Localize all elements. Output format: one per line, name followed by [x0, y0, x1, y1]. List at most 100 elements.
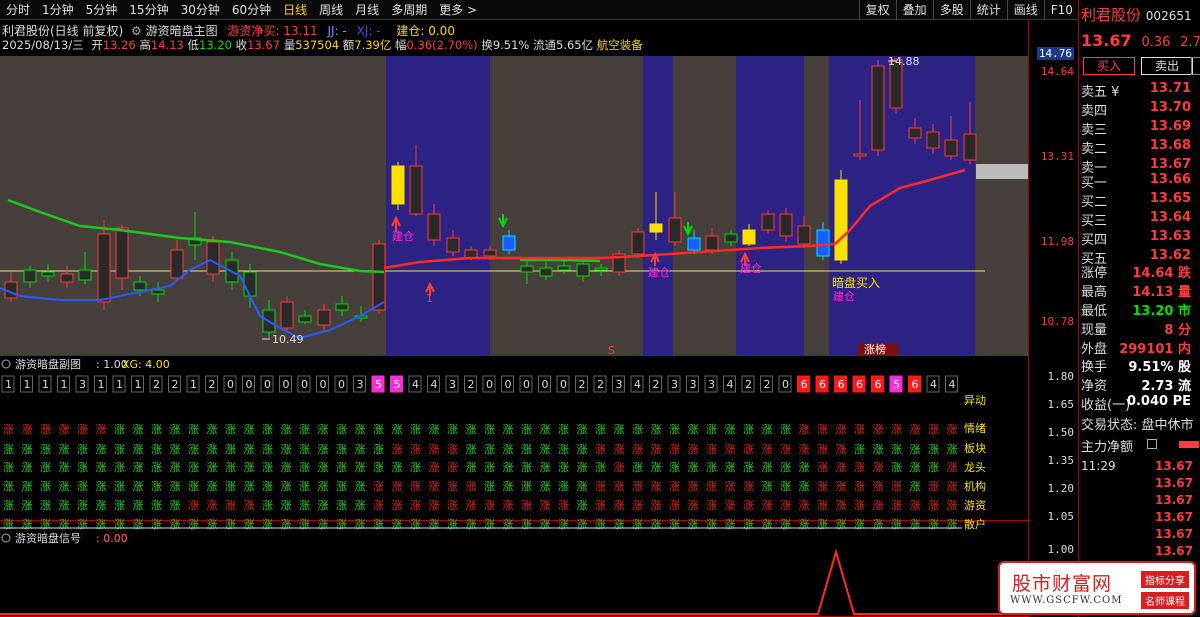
stat-row[interactable]: 最低 13.20 市	[1081, 300, 1200, 319]
signal-char: 涨	[725, 480, 736, 493]
bid-row[interactable]: 买二 13.65	[1081, 191, 1200, 210]
stat2-row[interactable]: 净资 2.73 流	[1081, 375, 1200, 394]
signal-char: 涨	[318, 423, 329, 436]
signal-char: 涨	[762, 461, 773, 474]
yaxis-label: 1.65	[1047, 398, 1075, 411]
period-tab-3[interactable]: 15分钟	[123, 0, 174, 20]
candle-body	[668, 217, 682, 243]
signal-char: 涨	[281, 518, 292, 531]
toolbar-button-1[interactable]: 叠加	[895, 0, 933, 20]
signal-char: 涨	[59, 443, 70, 456]
signal-char: 涨	[743, 423, 754, 436]
signal-char: 涨	[503, 518, 514, 531]
settings-icon[interactable]: ⚙	[131, 24, 142, 38]
candle-body	[115, 227, 129, 279]
period-tab-5[interactable]: 60分钟	[226, 0, 277, 20]
period-tab-4[interactable]: 30分钟	[175, 0, 226, 20]
kline-chart[interactable]: 建仓建仓 建仓建仓暗盘买入114.8810.49涨榜S游资暗盘副图: 1.00XG…	[0, 20, 1028, 617]
row-value: 9.51% 股	[1128, 360, 1191, 375]
jc-label: 建仓: 0.00	[396, 24, 455, 38]
chart-area[interactable]: 建仓 建仓 建仓 建仓 暗盘买入 1 14.88 10.49 涨榜 S 游资暗盘副图: 1.00 XG…	[0, 20, 1028, 617]
sub1-extra: XG: 4.00	[122, 358, 170, 371]
period-tab-10[interactable]: 更多 >	[433, 0, 483, 20]
toolbar-button-2[interactable]: 多股	[932, 0, 970, 20]
signal-number: 0	[523, 378, 530, 391]
candle-body	[483, 249, 497, 257]
buy-button[interactable]: 买入	[1083, 57, 1135, 75]
toolbar-button-0[interactable]: 复权	[858, 0, 896, 20]
close-value: 13.67	[247, 38, 281, 52]
open-label: 开	[91, 38, 103, 52]
signal-char: 涨	[891, 461, 902, 474]
signal-number: 4	[412, 378, 419, 391]
candle-body	[779, 213, 793, 237]
indicator-name[interactable]: 游资暗盘主图	[146, 24, 218, 38]
candle-body	[539, 267, 553, 277]
toolbar-button-3[interactable]: 统计	[969, 0, 1007, 20]
signal-number: 2	[468, 378, 475, 391]
stat-row[interactable]: 现量 8 分	[1081, 319, 1200, 338]
stat-row[interactable]: 外盘 299101 内	[1081, 338, 1200, 357]
signal-char: 涨	[336, 518, 347, 531]
ask-row[interactable]: 卖二 13.68	[1081, 138, 1200, 157]
signal-char: 涨	[318, 461, 329, 474]
signal-char: 涨	[133, 461, 144, 474]
signal-char: 涨	[799, 518, 810, 531]
signal-char: 涨	[59, 518, 70, 531]
signal-char: 涨	[947, 443, 958, 456]
stat2-row[interactable]: 收益(一) 0.040 PE	[1081, 394, 1200, 413]
row-value: 14.64 跌	[1132, 266, 1191, 281]
main-flow-toggle[interactable]	[1147, 439, 1157, 449]
quote-panel: 利君股份 002651 13.67 0.36 2.70 买入 卖出 卖五 ¥ 13…	[1078, 0, 1200, 617]
stat-row[interactable]: 涨停 14.64 跌	[1081, 262, 1200, 281]
period-tab-0[interactable]: 分时	[0, 0, 36, 20]
signal-number: 2	[653, 378, 660, 391]
period-tab-8[interactable]: 月线	[349, 0, 385, 20]
signal-char: 涨	[836, 423, 847, 436]
float-value: 5.65亿	[556, 38, 594, 52]
signal-char: 涨	[947, 461, 958, 474]
signal-char: 涨	[632, 443, 643, 456]
stat2-row[interactable]: 换手 9.51% 股	[1081, 356, 1200, 375]
period-tab-1[interactable]: 1分钟	[36, 0, 80, 20]
signal-char: 涨	[484, 518, 495, 531]
signal-char: 涨	[114, 423, 125, 436]
sell-button[interactable]: 卖出	[1141, 57, 1193, 75]
signal-char: 涨	[429, 443, 440, 456]
signal-char: 涨	[151, 480, 162, 493]
signal-char: 涨	[151, 461, 162, 474]
signal-char: 涨	[170, 461, 181, 474]
row-label: 最低	[1081, 304, 1108, 319]
stat-row[interactable]: 最高 14.13 量	[1081, 281, 1200, 300]
ask-row[interactable]: 卖五 ¥ 13.71	[1081, 81, 1200, 100]
row-value: 13.71	[1149, 81, 1191, 96]
tick-price: 13.67	[1155, 476, 1193, 490]
bid-row[interactable]: 买四 13.63	[1081, 229, 1200, 248]
main-flow-label[interactable]: 主力净额	[1081, 436, 1133, 455]
ask-row[interactable]: 卖三 13.69	[1081, 119, 1200, 138]
xj-label: XJ: -	[356, 24, 381, 38]
price-change: 0.36	[1141, 35, 1171, 50]
signal-number: 2	[745, 378, 752, 391]
bid-row[interactable]: 买一 13.66	[1081, 172, 1200, 191]
ask-row[interactable]: 卖四 13.70	[1081, 100, 1200, 119]
float-label: 流通	[533, 38, 557, 52]
bid-row[interactable]: 买三 13.64	[1081, 210, 1200, 229]
signal-char: 涨	[540, 499, 551, 512]
signal-char: 涨	[743, 499, 754, 512]
signal-char: 涨	[743, 518, 754, 531]
sector[interactable]: 航空装备	[597, 38, 643, 52]
toolbar-button-4[interactable]: 画线	[1006, 0, 1044, 20]
period-tab-2[interactable]: 5分钟	[80, 0, 124, 20]
period-tab-7[interactable]: 周线	[313, 0, 349, 20]
period-tab-6[interactable]: 日线	[277, 0, 313, 20]
signal-char: 涨	[521, 480, 532, 493]
period-tab-9[interactable]: 多周期	[385, 0, 433, 20]
more-button[interactable]	[1191, 57, 1200, 75]
signal-number: 0	[264, 378, 271, 391]
signal-char: 涨	[706, 443, 717, 456]
signal-char: 涨	[910, 443, 921, 456]
candle-body	[317, 309, 331, 326]
signal-char: 涨	[854, 461, 865, 474]
toolbar-button-5[interactable]: F10	[1043, 0, 1079, 20]
